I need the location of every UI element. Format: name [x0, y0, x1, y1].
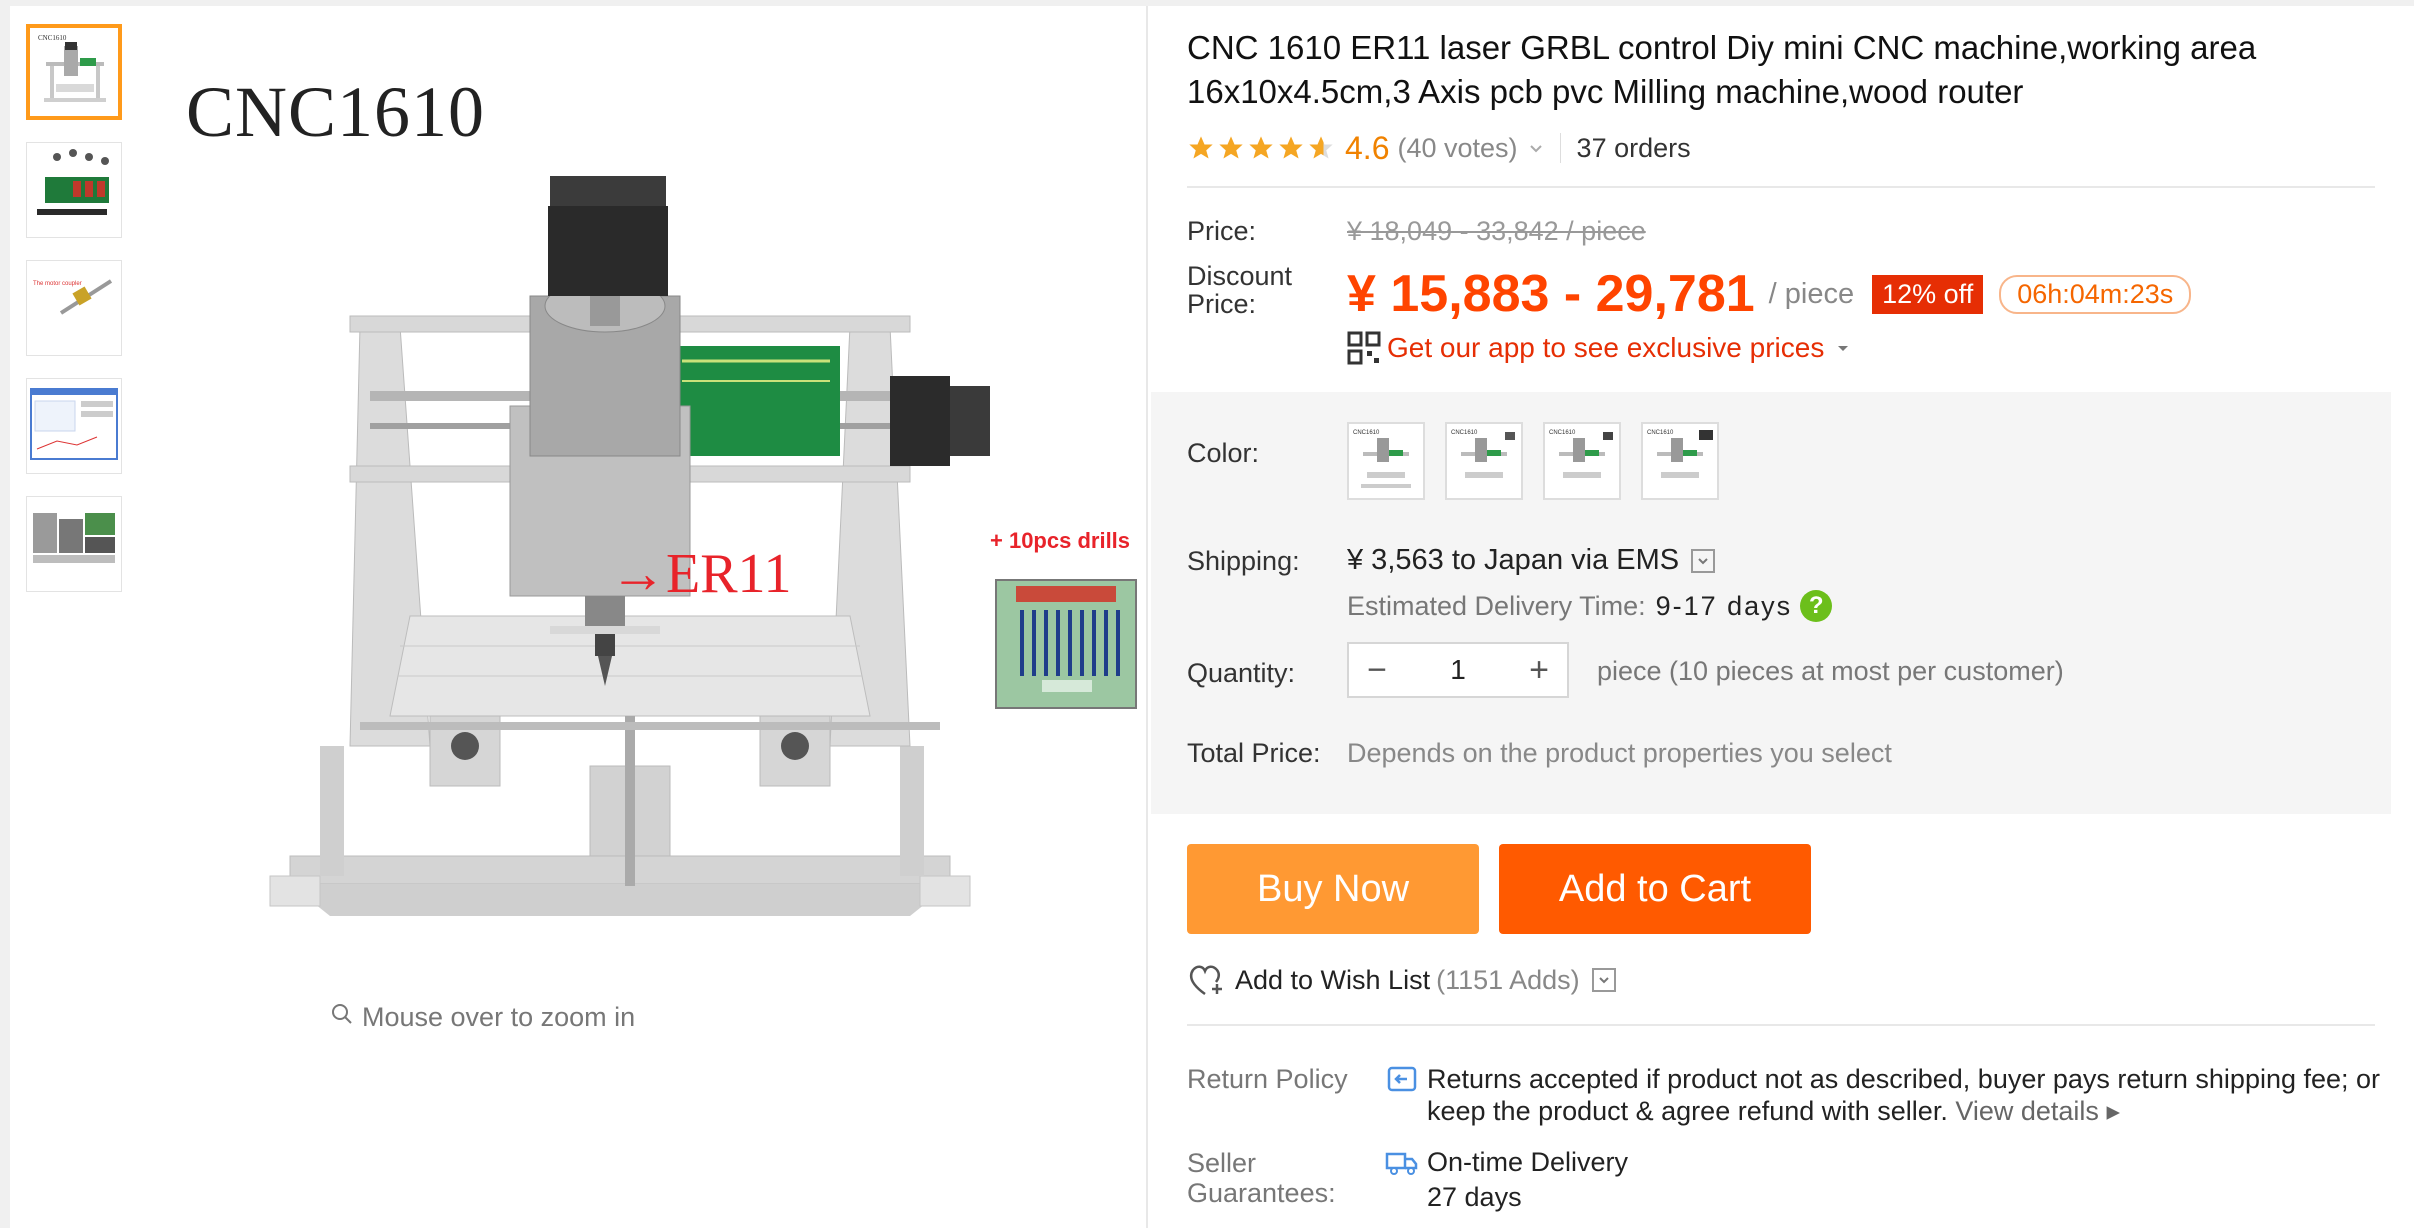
delivery-truck-icon	[1385, 1150, 1419, 1181]
increase-quantity-button[interactable]: +	[1511, 651, 1567, 690]
total-price-note: Depends on the product properties you se…	[1347, 738, 1892, 768]
zoom-hint: Mouse over to zoom in	[330, 1002, 635, 1033]
svg-text:CNC1610: CNC1610	[1353, 430, 1380, 436]
color-option-3[interactable]: CNC1610	[1543, 422, 1621, 500]
color-option-4[interactable]: CNC1610	[1641, 422, 1719, 500]
price-label: Price:	[1187, 216, 1257, 246]
return-policy-body: Returns accepted if product not as descr…	[1427, 1064, 2381, 1126]
total-price-label: Total Price:	[1187, 738, 1321, 768]
thumbnail-list: CNC1610 The motor coupler	[26, 24, 126, 614]
on-time-delivery-days: 27 days	[1427, 1182, 1522, 1212]
wishlist-label: Add to Wish List	[1235, 964, 1431, 995]
wishlist-adds: (1151 Adds)	[1436, 964, 1580, 995]
chevron-down-icon[interactable]	[1591, 968, 1616, 992]
star-half-icon	[1309, 136, 1333, 159]
buy-now-button[interactable]: Buy Now	[1187, 844, 1479, 934]
discount-price-row: ¥ 15,883 - 29,781 / piece 12% off 06h:04…	[1347, 264, 2192, 324]
svg-text:CNC1610: CNC1610	[1451, 430, 1478, 436]
thumbnail-controller-board[interactable]	[26, 142, 122, 238]
svg-text:CNC1610: CNC1610	[1647, 430, 1674, 436]
caret-down-icon	[1838, 346, 1849, 351]
search-icon	[330, 1002, 354, 1033]
star-icon	[1279, 136, 1303, 159]
discount-price: ¥ 15,883 - 29,781	[1347, 265, 1755, 323]
qr-code-icon	[1347, 331, 1381, 365]
app-promo-link[interactable]: Get our app to see exclusive prices	[1347, 331, 1852, 365]
chevron-down-icon[interactable]	[1528, 133, 1544, 164]
shipping-value[interactable]: ¥ 3,563 to Japan via EMS	[1347, 544, 1716, 577]
thumbnail-lead-screw[interactable]: The motor coupler	[26, 260, 122, 356]
thumbnail-software-screenshot[interactable]	[26, 378, 122, 474]
delivery-days: 9-17 days	[1655, 590, 1793, 621]
return-policy-label: Return Policy	[1187, 1064, 1348, 1094]
chevron-right-icon: ▸	[2106, 1096, 2121, 1126]
return-policy-icon	[1387, 1066, 1417, 1097]
quantity-stepper: − 1 +	[1347, 642, 1569, 698]
divider	[1187, 186, 2375, 188]
thumbnail-cnc-machine[interactable]: CNC1610	[26, 24, 122, 120]
heart-plus-icon	[1189, 965, 1222, 996]
rating-row: 4.6 (40 votes) 37 orders	[1187, 128, 1691, 168]
star-icon	[1219, 136, 1243, 159]
quantity-note: piece (10 pieces at most per customer)	[1597, 656, 2064, 686]
discount-price-label: Discount Price:	[1187, 261, 1293, 319]
color-option-2[interactable]: CNC1610	[1445, 422, 1523, 500]
delivery-estimate: Estimated Delivery Time: 9-17 days ?	[1347, 590, 1833, 622]
votes-count[interactable]: (40 votes)	[1397, 133, 1517, 164]
quantity-input[interactable]: 1	[1405, 654, 1511, 686]
add-to-wishlist[interactable]: Add to Wish List (1151 Adds)	[1187, 962, 1616, 998]
decrease-quantity-button[interactable]: −	[1349, 651, 1405, 690]
delivery-label: Estimated Delivery Time:	[1347, 590, 1646, 621]
orders-count: 37 orders	[1576, 132, 1691, 163]
shipping-label: Shipping:	[1187, 546, 1300, 576]
price-unit: / piece	[1768, 277, 1855, 310]
color-swatches: CNC1610 CNC1610 CNC1610 CNC1610	[1347, 422, 1719, 500]
app-promo-text: Get our app to see exclusive prices	[1387, 332, 1825, 363]
discount-badge: 12% off	[1872, 274, 1984, 314]
svg-text:CNC1610: CNC1610	[1549, 430, 1576, 436]
er11-label: →ER11	[610, 543, 792, 605]
color-option-1[interactable]: CNC1610	[1347, 422, 1425, 500]
rating-separator	[1559, 133, 1561, 163]
color-label: Color:	[1187, 438, 1260, 468]
thumbnail-assembly-photos[interactable]	[26, 496, 122, 592]
seller-guarantees-label: Seller Guarantees:	[1187, 1148, 1336, 1208]
countdown-timer: 06h:04m:23s	[1999, 274, 2192, 314]
on-time-delivery: On-time Delivery	[1427, 1147, 1629, 1177]
star-icon	[1249, 136, 1273, 159]
chevron-down-icon[interactable]	[1691, 548, 1716, 573]
star-icon	[1189, 136, 1213, 159]
drills-label: + 10pcs drills	[990, 528, 1131, 553]
rating-value: 4.6	[1345, 129, 1390, 166]
rating-stars	[1187, 134, 1335, 162]
add-to-cart-button[interactable]: Add to Cart	[1499, 844, 1811, 934]
shipping-text: ¥ 3,563 to Japan via EMS	[1347, 544, 1680, 576]
quantity-label: Quantity:	[1187, 658, 1296, 688]
zoom-hint-text: Mouse over to zoom in	[362, 1002, 636, 1032]
main-product-image[interactable]: CNC1610 →ER11 + 10pcs drills	[170, 26, 1150, 986]
svg-text:CNC1610: CNC1610	[38, 34, 67, 42]
column-divider	[1146, 6, 1148, 1228]
product-title: CNC 1610 ER11 laser GRBL control Diy min…	[1187, 29, 2257, 110]
divider	[1187, 1024, 2375, 1026]
svg-text:The motor coupler: The motor coupler	[33, 281, 82, 287]
help-icon[interactable]: ?	[1800, 590, 1833, 622]
product-page: CNC1610 The motor coupler CNC1610 →ER11 …	[10, 6, 2414, 1228]
view-details-link[interactable]: View details ▸	[1955, 1096, 2120, 1126]
drill-box-image	[995, 579, 1137, 709]
view-details-text: View details	[1955, 1096, 2099, 1126]
return-policy-text: Returns accepted if product not as descr…	[1427, 1063, 2387, 1127]
original-price: ¥ 18,049 - 33,842 / piece	[1347, 216, 1646, 246]
